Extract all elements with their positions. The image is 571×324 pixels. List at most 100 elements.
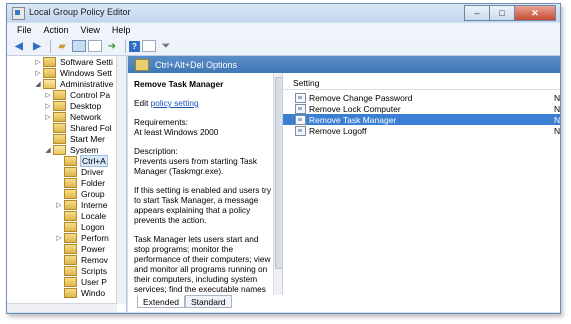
tree-item-network[interactable]: ▷ Network — [44, 111, 102, 122]
list-header: Setting — [283, 77, 560, 90]
title-bar[interactable]: Local Group Policy Editor – □ ✕ — [7, 4, 560, 22]
tree-item-software-settings[interactable]: ▷ Software Setti — [34, 56, 114, 67]
menu-view[interactable]: View — [75, 25, 106, 35]
tree-item-label: Network — [70, 111, 102, 122]
tree-item-logon[interactable]: Logon — [55, 221, 106, 232]
export-list-icon[interactable]: ➜ — [104, 39, 120, 53]
list-item-selected[interactable]: Remove Task Manager Not — [283, 114, 560, 125]
policy-setting-icon — [295, 103, 306, 114]
folder-icon — [64, 265, 77, 276]
edit-policy-link[interactable]: policy setting — [151, 98, 199, 108]
tree-item-label: Remov — [81, 254, 108, 265]
folder-icon — [53, 100, 66, 111]
list-item[interactable]: Remove Logoff Not — [283, 125, 560, 136]
close-button[interactable]: ✕ — [514, 5, 556, 21]
scrollbar-thumb[interactable] — [275, 77, 282, 269]
list-item[interactable]: Remove Change Password Not — [283, 92, 560, 103]
folder-icon — [43, 56, 56, 67]
tab-standard[interactable]: Standard — [185, 295, 232, 308]
policy-editor-window: Local Group Policy Editor – □ ✕ File Act… — [6, 3, 561, 314]
folder-icon — [64, 155, 77, 166]
tree-item-label: Perforn — [81, 232, 109, 243]
expand-arrow-icon[interactable]: ▷ — [55, 234, 63, 242]
menu-help[interactable]: Help — [106, 25, 137, 35]
tree-item-label: Scripts — [81, 265, 107, 276]
filter-icon[interactable]: ⏷ — [158, 39, 174, 53]
forward-arrow-icon[interactable]: ▶ — [29, 39, 45, 53]
tree-item-label: Folder — [81, 177, 106, 188]
folder-icon — [53, 122, 66, 133]
expand-arrow-icon[interactable]: ▷ — [55, 201, 63, 209]
menu-action[interactable]: Action — [38, 25, 75, 35]
tree-item-windows[interactable]: Windo — [55, 287, 106, 298]
tree-item-start-menu[interactable]: Start Mer — [44, 133, 106, 144]
expand-arrow-icon[interactable]: ▷ — [44, 113, 52, 121]
folder-icon — [64, 188, 77, 199]
requirements-value: At least Windows 2000 — [134, 127, 219, 137]
setting-name: Remove Change Password — [309, 92, 413, 103]
tree-item-performance[interactable]: ▷ Perforn — [55, 232, 110, 243]
tree-item-windows-settings[interactable]: ▷ Windows Sett — [34, 67, 113, 78]
tree-item-label: Shared Fol — [70, 122, 112, 133]
tree-horizontal-scrollbar[interactable] — [7, 303, 117, 312]
tree-item-power[interactable]: Power — [55, 243, 106, 254]
content-pane: Ctrl+Alt+Del Options Remove Task Manager… — [128, 56, 560, 312]
tree-item-shared-folders[interactable]: Shared Fol — [44, 122, 113, 133]
tree-item-label: Power — [81, 243, 106, 254]
folder-icon — [64, 166, 77, 177]
tree-item-ctrl-alt-del[interactable]: Ctrl+A — [55, 154, 108, 167]
properties-icon[interactable] — [88, 40, 102, 52]
tree-item-user-profiles[interactable]: User P — [55, 276, 108, 287]
setting-state: Not — [554, 114, 560, 125]
tree-item-control-panel[interactable]: ▷ Control Pa — [44, 89, 111, 100]
tree-item-label: System — [70, 144, 99, 155]
show-hide-tree-icon[interactable] — [72, 40, 86, 52]
view-tabs: Extended Standard — [128, 295, 428, 308]
toolbar-separator — [125, 39, 126, 53]
description-text: Remove Task Manager Edit policy setting … — [134, 79, 271, 295]
tree-item-folder[interactable]: Folder — [55, 177, 106, 188]
tree-item-driver[interactable]: Driver — [55, 166, 105, 177]
app-icon — [12, 7, 25, 20]
tree-item-system[interactable]: ◢ System — [44, 144, 99, 155]
help-icon[interactable]: ? — [129, 40, 140, 52]
folder-icon — [53, 89, 66, 100]
tree-item-label: Administrative — [60, 78, 114, 89]
minimize-button[interactable]: – — [464, 5, 490, 21]
tab-extended[interactable]: Extended — [137, 295, 185, 308]
settings-list: Setting Remove Change Password Not Remov… — [283, 73, 560, 295]
tree-vertical-scrollbar[interactable] — [116, 56, 126, 304]
tree-item-label: Control Pa — [70, 89, 111, 100]
collapse-arrow-icon[interactable]: ◢ — [34, 80, 42, 88]
description-paragraph-3: Task Manager lets users start and stop p… — [134, 234, 271, 295]
tree-item-label: Group — [81, 188, 105, 199]
menu-file[interactable]: File — [11, 25, 38, 35]
description-scrollbar[interactable] — [273, 73, 282, 295]
expand-arrow-icon[interactable]: ▷ — [44, 91, 52, 99]
expand-arrow-icon[interactable]: ▷ — [34, 69, 42, 77]
back-arrow-icon[interactable]: ◀ — [11, 39, 27, 53]
content-header-title: Ctrl+Alt+Del Options — [155, 59, 238, 70]
tree-item-scripts[interactable]: Scripts — [55, 265, 108, 276]
up-folder-icon[interactable]: ▰ — [54, 39, 70, 53]
tree-item-locale[interactable]: Locale — [55, 210, 107, 221]
window-controls: – □ ✕ — [464, 5, 556, 21]
tree-item-group[interactable]: Group — [55, 188, 106, 199]
folder-icon — [64, 287, 77, 298]
folder-icon — [64, 210, 77, 221]
tree-item-internet[interactable]: ▷ Interne — [55, 199, 108, 210]
tree-item-removable[interactable]: Remov — [55, 254, 109, 265]
tree-item-administrative-templates[interactable]: ◢ Administrative — [34, 78, 114, 89]
collapse-arrow-icon[interactable]: ◢ — [44, 146, 52, 154]
folder-icon — [64, 243, 77, 254]
list-item[interactable]: Remove Lock Computer Not — [283, 103, 560, 114]
folder-icon — [53, 111, 66, 122]
expand-arrow-icon[interactable]: ▷ — [44, 102, 52, 110]
tree-item-label: Interne — [81, 199, 108, 210]
expand-arrow-icon[interactable]: ▷ — [34, 58, 42, 66]
tree-item-desktop[interactable]: ▷ Desktop — [44, 100, 102, 111]
navigation-tree: ▷ Software Setti ▷ Windows Sett ◢ Administr… — [7, 56, 127, 312]
column-header-setting[interactable]: Setting — [293, 78, 319, 88]
maximize-button[interactable]: □ — [489, 5, 515, 21]
view-icon[interactable] — [142, 40, 156, 52]
